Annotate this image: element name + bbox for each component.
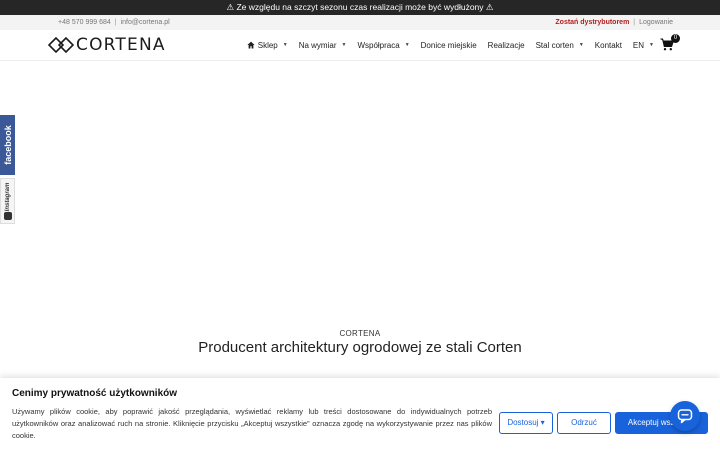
- top-info-bar: +48 570 999 684 | info@cortena.pl Zostań d…: [0, 15, 720, 30]
- cookie-description: Używamy plików cookie, aby poprawić jako…: [12, 407, 492, 440]
- main-nav: Sklep ▼ Na wymiar ▼ Współpraca ▼ Donice mie…: [236, 30, 654, 60]
- nav-label: Na wymiar: [298, 40, 337, 50]
- cookie-customize-button[interactable]: Dostosuj ▾: [499, 412, 553, 434]
- site-header: CORTENA Sklep ▼ Na wymiar ▼ Współpraca ▼ Do…: [0, 30, 720, 61]
- cookie-consent-banner: Cenimy prywatność użytkowników Używamy p…: [0, 378, 720, 450]
- chevron-down-icon: ▼: [341, 42, 347, 48]
- cart-count-badge: 0: [671, 34, 680, 43]
- instagram-label: Instagram: [4, 182, 11, 211]
- phone-link[interactable]: +48 570 999 684: [58, 19, 111, 26]
- email-link[interactable]: info@cortena.pl: [121, 19, 170, 26]
- home-icon: [247, 41, 255, 49]
- logo-text: CORTENA: [76, 35, 166, 55]
- nav-label: Kontakt: [594, 40, 622, 50]
- hero-title: Producent architektury ogrodowej ze stal…: [198, 339, 522, 356]
- chevron-down-icon: ▼: [404, 42, 410, 48]
- nav-item-city-planters[interactable]: Donice miejskie: [421, 41, 477, 50]
- separator: |: [114, 19, 117, 26]
- instagram-icon: [4, 212, 12, 220]
- login-link[interactable]: Logowanie: [639, 19, 673, 26]
- chat-widget-button[interactable]: [670, 401, 700, 431]
- nav-item-shop[interactable]: Sklep ▼: [247, 41, 288, 50]
- site-logo[interactable]: CORTENA: [48, 36, 166, 54]
- chevron-down-icon: ▼: [578, 42, 584, 48]
- announcement-bar: ⚠ Ze względu na szczyt sezonu czas reali…: [0, 0, 720, 15]
- nav-item-contact[interactable]: Kontakt: [595, 41, 622, 50]
- cookie-reject-button[interactable]: Odrzuć: [557, 412, 611, 434]
- nav-label: Sklep: [257, 40, 278, 50]
- language-label: EN: [632, 40, 645, 50]
- nav-item-projects[interactable]: Realizacje: [488, 41, 525, 50]
- nav-label: Donice miejskie: [420, 40, 477, 50]
- facebook-sidebar-tab[interactable]: facebook: [0, 115, 15, 175]
- instagram-sidebar-tab[interactable]: Instagram: [0, 178, 15, 224]
- separator: |: [633, 19, 636, 26]
- hero-kicker: CORTENA: [339, 329, 381, 338]
- chat-bubble-icon: [677, 409, 693, 424]
- become-distributor-link[interactable]: Zostań dystrybutorem: [555, 19, 629, 26]
- nav-label: Realizacje: [487, 40, 525, 50]
- facebook-label: facebook: [2, 125, 13, 165]
- nav-label: Stal corten: [535, 40, 574, 50]
- cookie-title: Cenimy prywatność użytkowników: [12, 388, 178, 399]
- chevron-down-icon: ▼: [282, 42, 288, 48]
- nav-label: Współpraca: [357, 40, 400, 50]
- nav-item-corten-steel[interactable]: Stal corten ▼: [536, 41, 584, 50]
- language-switcher[interactable]: EN ▼: [633, 41, 654, 50]
- nav-item-cooperation[interactable]: Współpraca ▼: [357, 41, 409, 50]
- nav-item-custom-size[interactable]: Na wymiar ▼: [299, 41, 347, 50]
- logo-diamond-icon: [48, 37, 74, 53]
- chevron-down-icon: ▼: [649, 42, 654, 48]
